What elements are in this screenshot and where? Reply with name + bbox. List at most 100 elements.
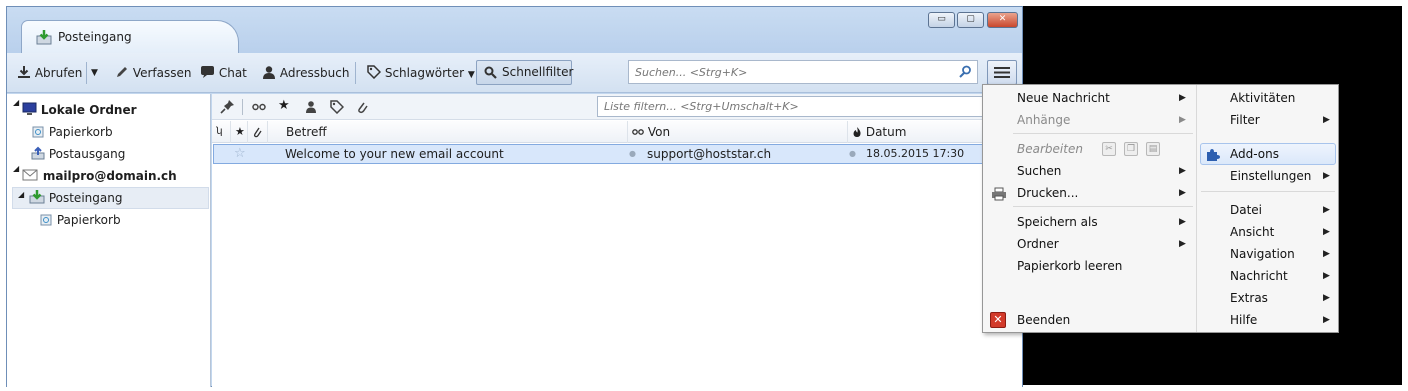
column-subject[interactable]: Betreff: [267, 121, 627, 143]
folder-local-trash[interactable]: Papierkorb: [31, 122, 113, 142]
tree-expanded-icon[interactable]: ◢: [13, 164, 19, 173]
quick-filter-label: Schnellfilter: [502, 65, 574, 79]
menu-item-message[interactable]: Nachricht: [1230, 265, 1288, 287]
filter-list-input[interactable]: Liste filtern... <Strg+Umschalt+K>: [597, 96, 1017, 117]
chat-button[interactable]: Chat: [200, 62, 247, 84]
get-mail-dropdown[interactable]: ▼: [91, 62, 98, 84]
star-icon[interactable]: ★: [278, 98, 290, 113]
cut-icon[interactable]: ✂: [1102, 142, 1116, 156]
tree-expanded-icon[interactable]: ◢: [18, 190, 24, 199]
folder-label: Papierkorb: [48, 125, 113, 139]
submenu-arrow-icon: ▶: [1179, 93, 1186, 103]
menu-item-folder[interactable]: Ordner: [1017, 233, 1059, 255]
tag-icon: [367, 65, 382, 80]
contact-pair-icon: [632, 129, 644, 135]
menu-item-edit[interactable]: Bearbeiten: [1017, 138, 1083, 160]
main-toolbar: Abrufen ▼ Verfassen Chat Adressbuch Schl…: [7, 53, 1022, 93]
write-button[interactable]: Verfassen: [115, 62, 192, 84]
maximize-button[interactable]: ▢: [957, 12, 984, 28]
submenu-arrow-icon: ▶: [1323, 205, 1330, 215]
menu-item-addons[interactable]: Add-ons: [1230, 143, 1279, 165]
quit-icon: ✕: [990, 312, 1006, 328]
star-outline-icon[interactable]: ☆: [234, 145, 246, 163]
pencil-icon: [117, 67, 127, 77]
trash-icon: [40, 214, 52, 226]
submenu-arrow-icon: ▶: [1323, 227, 1330, 237]
person-icon: [263, 66, 275, 79]
filter-placeholder: Liste filtern... <Strg+Umschalt+K>: [604, 100, 799, 113]
thread-column-icon[interactable]: ʮ: [212, 121, 230, 143]
download-icon: [18, 66, 30, 78]
menu-item-filter[interactable]: Filter: [1230, 109, 1260, 131]
search-icon[interactable]: [959, 65, 972, 78]
person-icon[interactable]: [305, 100, 317, 114]
tab-label: Posteingang: [58, 30, 132, 44]
menu-item-settings[interactable]: Einstellungen: [1230, 165, 1311, 187]
menu-item-attachments[interactable]: Anhänge: [1017, 109, 1070, 131]
app-menu-right-column: Aktivitäten Filter ▶ Add-ons Einstellung…: [1196, 85, 1338, 332]
column-header: ʮ ★ Betreff Von Datum: [212, 121, 1022, 143]
outbox-icon: [31, 146, 45, 160]
submenu-arrow-icon: ▶: [1323, 171, 1330, 181]
tree-expanded-icon[interactable]: ◢: [13, 98, 19, 107]
menu-item-quit[interactable]: Beenden: [1017, 309, 1070, 331]
paste-icon[interactable]: ▤: [1146, 142, 1160, 156]
folder-label: Lokale Ordner: [40, 103, 137, 117]
menu-item-search[interactable]: Suchen: [1017, 160, 1061, 182]
write-label: Verfassen: [132, 66, 192, 80]
address-book-button[interactable]: Adressbuch: [262, 62, 349, 84]
read-dot-icon: ●: [629, 149, 636, 158]
tags-label: Schlagwörter: [384, 66, 465, 80]
copy-icon[interactable]: ❐: [1124, 142, 1138, 156]
folder-pane: ◢ Lokale Ordner Papierkorb Postausgang ◢…: [7, 94, 211, 387]
message-date: 18.05.2015 17:30: [866, 147, 965, 160]
menu-item-new-message[interactable]: Neue Nachricht: [1017, 87, 1110, 109]
attachment-column-icon[interactable]: [247, 121, 267, 143]
menu-item-print[interactable]: Drucken...: [1017, 182, 1078, 204]
thunderbird-window: ▭ ▢ ✕ Posteingang Abrufen ▼ Verfassen Ch…: [6, 6, 1023, 387]
chat-bubble-icon: [201, 66, 214, 78]
folder-account[interactable]: mailpro@domain.ch: [22, 166, 177, 186]
tab-inbox[interactable]: Posteingang: [21, 20, 239, 54]
tag-icon[interactable]: [330, 100, 344, 114]
table-row[interactable]: ☆ Welcome to your new email account ● su…: [213, 144, 1021, 164]
folder-outbox[interactable]: Postausgang: [31, 144, 125, 164]
menu-item-extras[interactable]: Extras: [1230, 287, 1268, 309]
tags-button[interactable]: Schlagwörter ▼: [367, 62, 475, 84]
pin-icon[interactable]: [220, 99, 235, 114]
get-mail-label: Abrufen: [34, 66, 83, 80]
chevron-down-icon: ▼: [91, 68, 98, 78]
inbox-icon: [36, 30, 52, 45]
contact-pair-icon[interactable]: [252, 101, 266, 113]
get-mail-button[interactable]: Abrufen: [17, 62, 82, 84]
submenu-arrow-icon: ▶: [1179, 217, 1186, 227]
submenu-arrow-icon: ▶: [1179, 166, 1186, 176]
app-menu-button[interactable]: [987, 60, 1017, 85]
submenu-arrow-icon: ▶: [1323, 315, 1330, 325]
menu-item-help[interactable]: Hilfe: [1230, 309, 1257, 331]
menu-item-empty-trash[interactable]: Papierkorb leeren: [1017, 255, 1122, 277]
search-input[interactable]: Suchen... <Strg+K>: [628, 60, 978, 84]
paperclip-icon[interactable]: [356, 100, 368, 114]
title-bar: ▭ ▢ ✕ Posteingang: [7, 7, 1022, 54]
star-column-icon[interactable]: ★: [230, 121, 247, 143]
menu-item-activities[interactable]: Aktivitäten: [1230, 87, 1295, 109]
column-from[interactable]: Von: [627, 121, 847, 143]
chat-label: Chat: [218, 66, 247, 80]
quick-filter-button[interactable]: Schnellfilter: [476, 60, 574, 85]
mail-account-icon: [22, 169, 38, 181]
printer-icon: [992, 187, 1006, 201]
close-window-button[interactable]: ✕: [987, 12, 1018, 28]
minimize-button[interactable]: ▭: [928, 12, 955, 28]
folder-account-trash[interactable]: Papierkorb: [39, 210, 121, 230]
menu-item-save-as[interactable]: Speichern als: [1017, 211, 1098, 233]
menu-item-view[interactable]: Ansicht: [1230, 221, 1274, 243]
menu-item-file[interactable]: Datei: [1230, 199, 1262, 221]
menu-item-navigation[interactable]: Navigation: [1230, 243, 1295, 265]
search-placeholder: Suchen... <Strg+K>: [635, 66, 748, 79]
folder-local-folders[interactable]: Lokale Ordner: [22, 100, 137, 120]
app-menu-popup: Neue Nachricht ▶ Anhänge ▶ Bearbeiten ✂ …: [982, 84, 1339, 333]
folder-inbox[interactable]: Posteingang: [29, 188, 122, 208]
app-menu-left-column: Neue Nachricht ▶ Anhänge ▶ Bearbeiten ✂ …: [983, 85, 1196, 332]
column-from-label: Von: [647, 125, 671, 139]
